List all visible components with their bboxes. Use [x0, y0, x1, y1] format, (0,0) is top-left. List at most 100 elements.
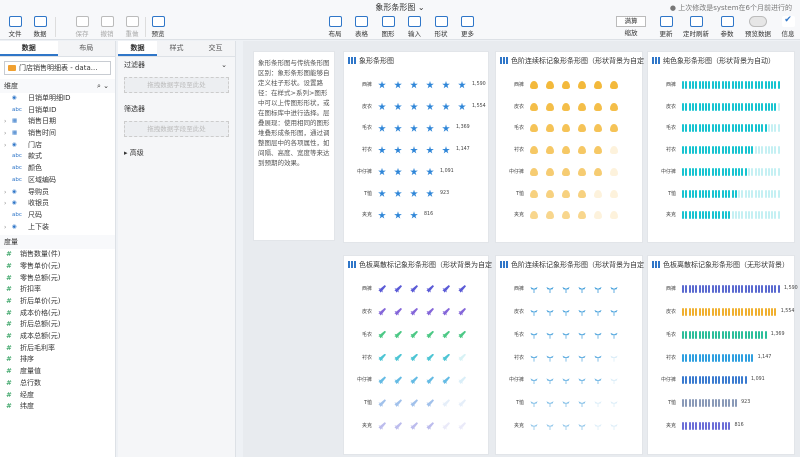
bar-symbol — [777, 285, 780, 293]
bar-symbol — [691, 211, 694, 220]
bar-symbol — [724, 102, 727, 111]
filter-dropzone[interactable]: 拖拽数据字段至此处 — [124, 77, 229, 93]
dimension-field[interactable]: ◉ 日销单明细ID — [0, 93, 115, 105]
pictorial-bar-chart[interactable]: 色阶连续标记象形条形图（形状背景为自定 西裤 皮衣 毛衣 衬衣 中仔裤 T恤 夹克 — [495, 51, 644, 243]
bar-symbol — [410, 376, 418, 385]
measure-field[interactable]: # 零售单价(元) — [0, 261, 115, 273]
measure-field[interactable]: # 零售总额(元) — [0, 273, 115, 285]
bar-symbol — [774, 189, 777, 198]
bar-symbol — [530, 81, 538, 89]
more-button[interactable]: 更多 — [456, 16, 480, 38]
preview-button[interactable]: 预览 — [146, 16, 170, 38]
bar-symbol — [394, 211, 402, 219]
bar-symbol — [738, 376, 741, 385]
measure-field[interactable]: # 经度 — [0, 390, 115, 402]
measure-field[interactable]: # 折扣率 — [0, 284, 115, 296]
bar-symbol — [757, 330, 760, 339]
filter-section[interactable]: 过滤器 ⌄ — [118, 57, 235, 73]
params-button[interactable]: 参数 — [715, 16, 739, 38]
tab-interaction[interactable]: 交互 — [196, 41, 235, 56]
database-button[interactable]: 数据 — [28, 16, 52, 38]
pictorial-bar-chart[interactable]: 色阶连续标记象形条形图（形状背景为自定 西裤 皮衣 毛衣 衬衣 中仔裤 T恤 夹克 — [495, 255, 644, 455]
advanced-section[interactable]: ▸ 高级 — [118, 145, 235, 161]
bar-chart-icon — [500, 57, 508, 64]
measure-field[interactable]: # 度量值 — [0, 366, 115, 378]
bar-symbol — [731, 399, 734, 408]
tab-data[interactable]: 数据 — [0, 41, 58, 56]
bar-symbol — [701, 330, 704, 339]
input-button[interactable]: 输入 — [403, 16, 427, 38]
measure-field[interactable]: # 排序 — [0, 354, 115, 366]
timer-button[interactable]: 定时刷新 — [680, 16, 712, 38]
bar-symbol — [777, 189, 780, 198]
measure-field[interactable]: # 成本总额(元) — [0, 331, 115, 343]
bar-symbol — [688, 211, 691, 220]
dimension-field[interactable]: abc 款式 — [0, 151, 115, 163]
measure-icon: # — [6, 273, 12, 282]
datasource-select[interactable]: 门店销售明细表 - data... — [4, 61, 111, 75]
dimension-field[interactable]: abc 区域编码 — [0, 175, 115, 187]
bar-symbol — [695, 211, 698, 220]
bar-chart-icon — [652, 57, 660, 64]
bar-symbol — [410, 189, 418, 197]
dimension-field[interactable]: › ▦ 销售日期 — [0, 116, 115, 128]
tab-layout[interactable]: 布局 — [57, 41, 115, 56]
bar-symbol — [442, 376, 450, 385]
dimension-field[interactable]: abc 日销单ID — [0, 105, 115, 117]
measure-field[interactable]: # 销售数量(件) — [0, 249, 115, 261]
tab-style[interactable]: 样式 — [157, 41, 196, 56]
pictorial-bar-chart[interactable]: 色板离散标记象形条形图（无形状背景） 西裤 1,590 皮衣 1,554 毛衣 1,369 衬… — [647, 255, 798, 455]
bar-symbol — [695, 102, 698, 111]
pictorial-bar-chart[interactable]: 色板离散标记象形条形图（形状背景为自定 西裤 皮衣 毛衣 衬衣 中仔裤 T恤 夹克 — [343, 255, 492, 455]
refresh-button[interactable]: 更新 — [654, 16, 678, 38]
undo-button[interactable]: 撤销 — [95, 16, 119, 38]
dimension-field[interactable]: › ◉ 导购员 — [0, 187, 115, 199]
pictorial-bar-chart[interactable]: 象形条形图 西裤 1,590 皮衣 1,554 毛衣 1,369 衬衣 1,147 中仔裤 1,09… — [343, 51, 489, 243]
chart-button[interactable]: 图形 — [376, 16, 400, 38]
shape-button[interactable]: 形状 — [429, 16, 453, 38]
preview-data-toggle[interactable]: 预览数据 — [742, 16, 774, 38]
bar-symbol — [546, 424, 554, 431]
dimension-field[interactable]: › ◉ 门店 — [0, 140, 115, 152]
bar-symbol — [695, 167, 698, 176]
layout-button[interactable]: 布局 — [323, 16, 347, 38]
bar-symbol — [777, 102, 780, 111]
measure-field[interactable]: # 折后单价(元) — [0, 296, 115, 308]
measure-field[interactable]: # 总行数 — [0, 378, 115, 390]
dimension-field[interactable]: abc 尺码 — [0, 210, 115, 222]
bar-symbol — [724, 307, 727, 316]
bar-symbol — [715, 146, 717, 155]
dimension-field[interactable]: › ◉ 收银员 — [0, 198, 115, 210]
dimension-field[interactable]: › ◉ 上下装 — [0, 222, 115, 234]
dimension-field[interactable]: › ▦ 销售时间 — [0, 128, 115, 140]
dimension-field[interactable]: abc 颜色 — [0, 163, 115, 175]
bar-symbol — [715, 399, 717, 408]
bar-symbol — [610, 424, 618, 431]
info-button[interactable]: ✔ 信息 — [776, 16, 800, 38]
bar-symbol — [718, 146, 721, 155]
bar-symbol — [757, 285, 760, 293]
bar-symbol — [578, 167, 586, 176]
save-button[interactable]: 保存 — [70, 16, 94, 38]
bar-symbol — [721, 330, 724, 339]
redo-button[interactable]: 重做 — [120, 16, 144, 38]
bar-symbol — [530, 424, 538, 431]
table-button[interactable]: 表格 — [350, 16, 374, 38]
measure-field[interactable]: # 成本价格(元) — [0, 308, 115, 320]
search-icon[interactable]: ⌕ ⌄ — [97, 79, 109, 93]
bar-symbol — [715, 285, 717, 293]
bar-symbol — [701, 353, 704, 362]
bar-symbol — [757, 102, 760, 111]
measure-field[interactable]: # 折后毛利率 — [0, 343, 115, 355]
screen-dropzone[interactable]: 拖拽数据字段至此处 — [124, 121, 229, 137]
measure-field[interactable]: # 折后总额(元) — [0, 319, 115, 331]
pictorial-bar-chart[interactable]: 纯色象形条形图（形状背景为自动） 西裤 皮衣 毛衣 衬衣 中仔裤 T恤 夹克 — [647, 51, 795, 243]
menu-button[interactable]: 文件 — [3, 16, 27, 38]
tab-data-settings[interactable]: 数据 — [118, 41, 157, 56]
bar-symbol — [748, 330, 750, 339]
abc-type-icon: abc — [12, 176, 22, 183]
measure-field[interactable]: # 纬度 — [0, 401, 115, 413]
description-card[interactable]: 象形条形图与传统条形图区别：象形条形图能够自定义柱子形状。设置路径：在样式>系列… — [253, 51, 335, 241]
zoom-select[interactable]: 满算 缩放 — [616, 16, 646, 37]
bar-symbol — [724, 189, 727, 198]
